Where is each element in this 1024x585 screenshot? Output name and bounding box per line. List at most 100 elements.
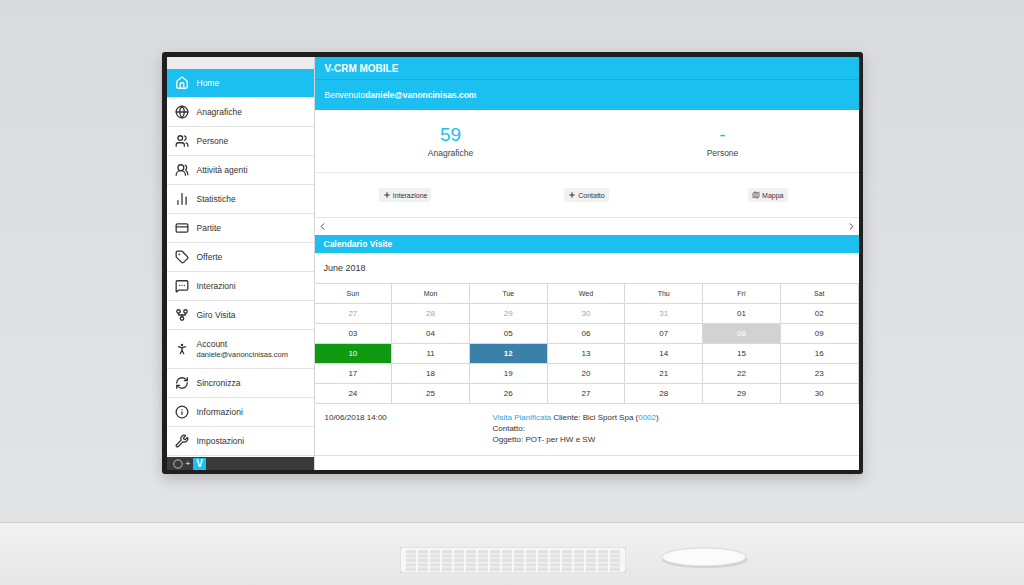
plus-icon <box>568 191 576 199</box>
day-cell[interactable]: 29 <box>703 384 781 404</box>
sidebar-item[interactable]: Offerte <box>167 243 314 272</box>
sidebar-label: Statistiche <box>197 194 236 205</box>
card-icon <box>175 221 189 235</box>
day-cell[interactable]: 03 <box>315 324 393 344</box>
sidebar-item[interactable]: Attività agenti <box>167 156 314 185</box>
welcome-bar: Benvenuto daniele@vanoncinisas.com <box>315 80 859 110</box>
day-cell[interactable]: 23 <box>781 364 859 384</box>
app-screen: Home Anagrafiche Persone Attività agenti Sta… <box>167 57 859 470</box>
day-cell[interactable]: 21 <box>625 364 703 384</box>
day-cell[interactable]: 30 <box>781 384 859 404</box>
sidebar-item-text: Home <box>197 78 220 89</box>
weekday-cell: Fri <box>703 284 781 304</box>
day-cell[interactable]: 14 <box>625 344 703 364</box>
day-cell[interactable]: 06 <box>548 324 626 344</box>
day-cell[interactable]: 27 <box>548 384 626 404</box>
route-icon <box>175 308 189 322</box>
day-cell[interactable]: 27 <box>315 304 393 324</box>
globe-icon <box>175 105 189 119</box>
day-cell[interactable]: 31 <box>625 304 703 324</box>
stats: 59 Anagrafiche -Persone <box>315 110 859 173</box>
sidebar-item[interactable]: Sincronizza <box>167 369 314 398</box>
event-text: ) <box>656 413 659 422</box>
sidebar-item-text: Informazioni <box>197 407 243 418</box>
sidebar: Home Anagrafiche Persone Attività agenti Sta… <box>167 57 315 470</box>
stat[interactable]: -Persone <box>587 110 859 172</box>
day-cell[interactable]: 18 <box>392 364 470 384</box>
sidebar-label: Home <box>197 78 220 89</box>
day-cell[interactable]: 02 <box>781 304 859 324</box>
sidebar-label: Account <box>197 339 288 350</box>
stat[interactable]: 59 Anagrafiche <box>315 110 587 172</box>
stat-label: Anagrafiche <box>428 148 473 159</box>
logo-circle-icon <box>173 459 183 469</box>
day-cell[interactable]: 12 <box>470 344 548 364</box>
day-cell[interactable]: 04 <box>392 324 470 344</box>
day-cell[interactable]: 16 <box>781 344 859 364</box>
sidebar-item[interactable]: Statistiche <box>167 185 314 214</box>
day-cell[interactable]: 13 <box>548 344 626 364</box>
logo-strip: +V <box>167 457 314 470</box>
sidebar-label: Giro Visita <box>197 310 236 321</box>
action-button[interactable]: Mappa <box>748 188 787 202</box>
scene: Home Anagrafiche Persone Attività agenti Sta… <box>0 0 1024 585</box>
day-cell[interactable]: 24 <box>315 384 393 404</box>
info-icon <box>175 405 189 419</box>
day-cell[interactable]: 17 <box>315 364 393 384</box>
day-cell[interactable]: 08 <box>703 324 781 344</box>
event-row[interactable]: 10/06/2018 14:00Visita Pianificata Clien… <box>315 404 859 456</box>
sidebar-label: Persone <box>197 136 229 147</box>
sidebar-item[interactable]: Giro Visita <box>167 301 314 330</box>
sidebar-label: Attività agenti <box>197 165 248 176</box>
action-button[interactable]: Interazione <box>379 188 432 202</box>
day-cell[interactable]: 26 <box>470 384 548 404</box>
chevron-right-icon[interactable] <box>846 221 857 232</box>
desk <box>0 522 1024 585</box>
sidebar-label: Impostazioni <box>197 436 245 447</box>
day-cell[interactable]: 05 <box>470 324 548 344</box>
carousel-arrows <box>315 218 859 235</box>
action-button[interactable]: Contatto <box>564 188 608 202</box>
day-cell[interactable]: 11 <box>392 344 470 364</box>
sidebar-item[interactable]: Persone <box>167 127 314 156</box>
day-cell[interactable]: 07 <box>625 324 703 344</box>
day-cell[interactable]: 28 <box>625 384 703 404</box>
sidebar-item[interactable]: Anagrafiche <box>167 98 314 127</box>
plus-icon <box>383 191 391 199</box>
day-cell[interactable]: 30 <box>548 304 626 324</box>
sidebar-item-text: Anagrafiche <box>197 107 242 118</box>
chevron-left-icon[interactable] <box>317 221 328 232</box>
sidebar-item[interactable]: Accountdaniele@vanoncinisas.com <box>167 330 314 369</box>
weekday-cell: Mon <box>392 284 470 304</box>
chart-icon <box>175 192 189 206</box>
day-cell[interactable]: 25 <box>392 384 470 404</box>
event-link[interactable]: Visita Pianificata <box>493 413 552 422</box>
weekday-cell: Thu <box>625 284 703 304</box>
day-cell[interactable]: 28 <box>392 304 470 324</box>
day-cell[interactable]: 09 <box>781 324 859 344</box>
sidebar-item-text: Attività agenti <box>197 165 248 176</box>
sidebar-item-text: Statistiche <box>197 194 236 205</box>
stat-value: 59 <box>440 124 461 146</box>
sidebar-item[interactable]: Partite <box>167 214 314 243</box>
day-cell[interactable]: 10 <box>315 344 393 364</box>
sidebar-item[interactable]: Informazioni <box>167 398 314 427</box>
sidebar-label: Sincronizza <box>197 378 241 389</box>
day-cell[interactable]: 01 <box>703 304 781 324</box>
sidebar-item-text: Impostazioni <box>197 436 245 447</box>
event-details: Visita Pianificata Cliente: Bici Sport S… <box>493 412 849 447</box>
day-cell[interactable]: 15 <box>703 344 781 364</box>
day-cell[interactable]: 29 <box>470 304 548 324</box>
day-cell[interactable]: 22 <box>703 364 781 384</box>
sidebar-item[interactable]: Home <box>167 69 314 98</box>
weekday-cell: Sun <box>315 284 393 304</box>
people-icon <box>175 134 189 148</box>
keyboard-icon <box>400 547 626 573</box>
day-cell[interactable]: 20 <box>548 364 626 384</box>
day-cell[interactable]: 19 <box>470 364 548 384</box>
sidebar-item[interactable]: Impostazioni <box>167 427 314 456</box>
stat-value: - <box>719 124 725 146</box>
sidebar-item[interactable]: Interazioni <box>167 272 314 301</box>
event-link[interactable]: 0002 <box>638 413 656 422</box>
sidebar-top <box>167 57 314 69</box>
